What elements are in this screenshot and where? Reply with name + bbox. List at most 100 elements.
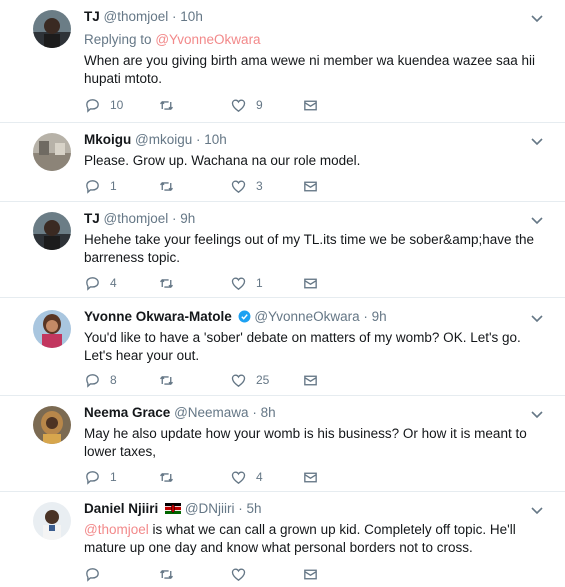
retweet-icon: [160, 375, 173, 385]
avatar[interactable]: [33, 406, 71, 444]
envelope-icon: [304, 375, 317, 385]
timestamp[interactable]: 5h: [247, 501, 262, 516]
timestamp[interactable]: 8h: [261, 405, 276, 420]
avatar[interactable]: [33, 502, 71, 540]
like-count: 25: [256, 373, 270, 387]
direct-message-button[interactable]: [302, 564, 319, 584]
heart-icon: [231, 99, 246, 112]
reply-thread: TJ @thomjoel · 10h Replying to @YvonneOk…: [0, 0, 565, 587]
like-count: 3: [256, 179, 263, 193]
timestamp[interactable]: 9h: [180, 211, 195, 226]
like-button[interactable]: 1: [230, 273, 263, 293]
chevron-down-icon[interactable]: [531, 411, 543, 419]
tweet[interactable]: TJ @thomjoel · 9h Hehehe take your feeli…: [0, 202, 565, 298]
heart-icon: [231, 277, 246, 290]
author-handle[interactable]: @Neemawa: [174, 405, 248, 420]
author-handle[interactable]: @thomjoel: [104, 211, 169, 226]
author-name[interactable]: TJ: [84, 9, 100, 24]
reply-count: 1: [110, 470, 117, 484]
reply-button[interactable]: 4: [84, 273, 117, 293]
chevron-down-icon[interactable]: [531, 507, 543, 515]
author-handle[interactable]: @YvonneOkwara: [254, 309, 359, 324]
retweet-button[interactable]: [158, 467, 184, 487]
separator: ·: [172, 9, 177, 24]
like-button[interactable]: 3: [230, 176, 263, 196]
author-handle[interactable]: @DNjiiri: [185, 501, 235, 516]
like-button[interactable]: 25: [230, 370, 269, 390]
reply-icon: [86, 98, 99, 113]
separator: ·: [172, 211, 177, 226]
tweet[interactable]: TJ @thomjoel · 10h Replying to @YvonneOk…: [0, 0, 565, 123]
avatar[interactable]: [33, 310, 71, 348]
avatar[interactable]: [33, 10, 71, 48]
reply-count: 4: [110, 276, 117, 290]
reply-icon: [86, 567, 99, 582]
timestamp[interactable]: 10h: [180, 9, 203, 24]
like-button[interactable]: 9: [230, 95, 263, 115]
tweet-actions: 1 3: [84, 176, 334, 196]
replying-to-mention[interactable]: @YvonneOkwara: [155, 32, 260, 47]
like-button[interactable]: 4: [230, 467, 263, 487]
heart-icon: [231, 180, 246, 193]
timestamp[interactable]: 9h: [372, 309, 387, 324]
retweet-button[interactable]: [158, 95, 184, 115]
tweet[interactable]: Neema Grace @Neemawa · 8h May he also up…: [0, 396, 565, 492]
replying-to: Replying to @YvonneOkwara: [84, 31, 539, 49]
envelope-icon: [304, 569, 317, 579]
tweet-text: Hehehe take your feelings out of my TL.i…: [84, 232, 534, 265]
avatar[interactable]: [33, 133, 71, 171]
retweet-icon: [160, 100, 173, 110]
direct-message-button[interactable]: [302, 370, 319, 390]
author-handle[interactable]: @mkoigu: [135, 132, 192, 147]
reply-button[interactable]: 1: [84, 467, 117, 487]
heart-icon: [231, 568, 246, 581]
reply-button[interactable]: 1: [84, 176, 117, 196]
reply-icon: [86, 470, 99, 485]
envelope-icon: [304, 181, 317, 191]
like-count: 4: [256, 470, 263, 484]
author-name[interactable]: Daniel Njiiri: [84, 501, 158, 516]
timestamp[interactable]: 10h: [204, 132, 227, 147]
chevron-down-icon[interactable]: [531, 315, 543, 323]
like-button[interactable]: [230, 564, 256, 584]
tweet-text: When are you giving birth ama wewe ni me…: [84, 53, 535, 86]
tweet[interactable]: Daniel Njiiri @DNjiiri · 5h @thomjoel is…: [0, 492, 565, 587]
retweet-icon: [160, 278, 173, 288]
retweet-button[interactable]: [158, 370, 184, 390]
retweet-button[interactable]: [158, 564, 184, 584]
reply-button[interactable]: 10: [84, 95, 123, 115]
author-name[interactable]: Neema Grace: [84, 405, 170, 420]
tweet[interactable]: Mkoigu @mkoigu · 10h Please. Grow up. Wa…: [0, 123, 565, 202]
replying-to-label: Replying to: [84, 32, 152, 47]
retweet-button[interactable]: [158, 176, 184, 196]
direct-message-button[interactable]: [302, 273, 319, 293]
direct-message-button[interactable]: [302, 467, 319, 487]
separator: ·: [363, 309, 368, 324]
author-name[interactable]: Mkoigu: [84, 132, 131, 147]
mention-link[interactable]: @thomjoel: [84, 522, 149, 537]
chevron-down-icon[interactable]: [531, 217, 543, 225]
reply-icon: [86, 373, 99, 388]
author-name[interactable]: TJ: [84, 211, 100, 226]
author-handle[interactable]: @thomjoel: [104, 9, 169, 24]
direct-message-button[interactable]: [302, 95, 319, 115]
tweet-text: You'd like to have a 'sober' debate on m…: [84, 330, 521, 363]
reply-button[interactable]: 8: [84, 370, 117, 390]
retweet-button[interactable]: [158, 273, 184, 293]
reply-icon: [86, 276, 99, 291]
verified-badge-icon: [238, 310, 251, 323]
envelope-icon: [304, 278, 317, 288]
reply-icon: [86, 179, 99, 194]
tweet-actions: 8 25: [84, 370, 334, 390]
tweet-text: @thomjoel is what we can call a grown up…: [84, 521, 539, 557]
reply-count: 1: [110, 179, 117, 193]
reply-button[interactable]: [84, 564, 110, 584]
tweet-actions: 10 9: [84, 95, 334, 115]
chevron-down-icon[interactable]: [531, 15, 543, 23]
chevron-down-icon[interactable]: [531, 138, 543, 146]
avatar[interactable]: [33, 212, 71, 250]
author-name[interactable]: Yvonne Okwara-Matole: [84, 309, 232, 324]
tweet[interactable]: Yvonne Okwara-Matole @YvonneOkwara · 9h …: [0, 298, 565, 396]
like-count: 9: [256, 98, 263, 112]
direct-message-button[interactable]: [302, 176, 319, 196]
